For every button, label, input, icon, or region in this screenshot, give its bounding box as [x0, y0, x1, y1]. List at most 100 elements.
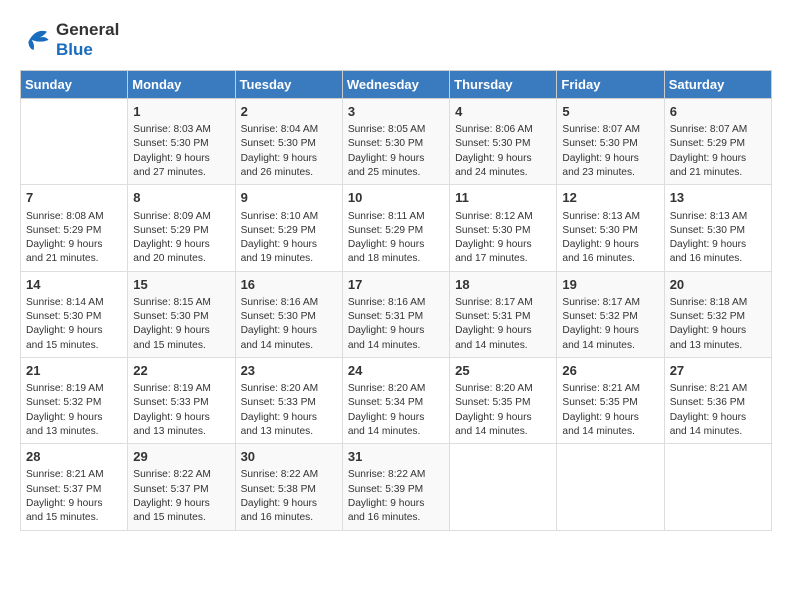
day-number: 24 [348, 362, 444, 380]
day-info-line: and 16 minutes. [348, 511, 444, 525]
day-info-line: and 14 minutes. [348, 339, 444, 353]
day-info-line: Sunrise: 8:09 AM [133, 210, 229, 224]
day-info-line: Sunset: 5:33 PM [241, 396, 337, 410]
day-info-line: Sunset: 5:30 PM [562, 137, 658, 151]
day-number: 4 [455, 103, 551, 121]
day-number: 30 [241, 448, 337, 466]
calendar-cell: 26Sunrise: 8:21 AMSunset: 5:35 PMDayligh… [557, 357, 664, 443]
day-info-line: and 14 minutes. [455, 339, 551, 353]
day-info-line: Sunrise: 8:22 AM [348, 468, 444, 482]
calendar-cell: 3Sunrise: 8:05 AMSunset: 5:30 PMDaylight… [342, 99, 449, 185]
day-info-line: Sunrise: 8:07 AM [670, 123, 766, 137]
day-info-line: and 16 minutes. [670, 252, 766, 266]
day-info-line: Sunrise: 8:05 AM [348, 123, 444, 137]
page-header: General Blue [20, 20, 772, 60]
calendar-cell: 1Sunrise: 8:03 AMSunset: 5:30 PMDaylight… [128, 99, 235, 185]
day-info-line: Sunset: 5:36 PM [670, 396, 766, 410]
day-number: 23 [241, 362, 337, 380]
day-info-line: Daylight: 9 hours [562, 152, 658, 166]
day-number: 27 [670, 362, 766, 380]
day-number: 1 [133, 103, 229, 121]
calendar-cell: 8Sunrise: 8:09 AMSunset: 5:29 PMDaylight… [128, 185, 235, 271]
day-info-line: Daylight: 9 hours [241, 152, 337, 166]
day-info-line: Sunset: 5:30 PM [348, 137, 444, 151]
header-cell-monday: Monday [128, 71, 235, 99]
day-info-line: and 21 minutes. [26, 252, 122, 266]
day-info-line: Sunrise: 8:07 AM [562, 123, 658, 137]
day-info-line: Sunset: 5:32 PM [670, 310, 766, 324]
day-info-line: Sunrise: 8:20 AM [348, 382, 444, 396]
day-info-line: and 16 minutes. [241, 511, 337, 525]
calendar-cell: 2Sunrise: 8:04 AMSunset: 5:30 PMDaylight… [235, 99, 342, 185]
day-number: 8 [133, 189, 229, 207]
calendar-cell: 4Sunrise: 8:06 AMSunset: 5:30 PMDaylight… [450, 99, 557, 185]
day-number: 7 [26, 189, 122, 207]
day-info-line: and 27 minutes. [133, 166, 229, 180]
day-number: 20 [670, 276, 766, 294]
header-cell-friday: Friday [557, 71, 664, 99]
day-info-line: Daylight: 9 hours [348, 152, 444, 166]
day-info-line: and 14 minutes. [348, 425, 444, 439]
day-info-line: Sunset: 5:34 PM [348, 396, 444, 410]
day-info-line: and 26 minutes. [241, 166, 337, 180]
day-number: 28 [26, 448, 122, 466]
day-info-line: Daylight: 9 hours [26, 324, 122, 338]
day-info-line: and 15 minutes. [26, 511, 122, 525]
day-number: 6 [670, 103, 766, 121]
day-info-line: Sunrise: 8:15 AM [133, 296, 229, 310]
day-info-line: Sunrise: 8:11 AM [348, 210, 444, 224]
calendar-cell: 28Sunrise: 8:21 AMSunset: 5:37 PMDayligh… [21, 444, 128, 530]
day-info-line: Daylight: 9 hours [133, 324, 229, 338]
day-info-line: Sunrise: 8:18 AM [670, 296, 766, 310]
calendar-cell: 29Sunrise: 8:22 AMSunset: 5:37 PMDayligh… [128, 444, 235, 530]
calendar-cell: 7Sunrise: 8:08 AMSunset: 5:29 PMDaylight… [21, 185, 128, 271]
day-info-line: Daylight: 9 hours [455, 238, 551, 252]
day-info-line: Daylight: 9 hours [455, 411, 551, 425]
day-info-line: Sunset: 5:39 PM [348, 483, 444, 497]
day-info-line: Daylight: 9 hours [133, 411, 229, 425]
calendar-cell [557, 444, 664, 530]
day-info-line: and 16 minutes. [562, 252, 658, 266]
day-info-line: Sunset: 5:30 PM [670, 224, 766, 238]
day-info-line: Sunset: 5:29 PM [348, 224, 444, 238]
day-info-line: Daylight: 9 hours [133, 497, 229, 511]
day-info-line: and 14 minutes. [670, 425, 766, 439]
day-number: 29 [133, 448, 229, 466]
calendar-cell [664, 444, 771, 530]
day-info-line: and 14 minutes. [562, 425, 658, 439]
day-info-line: Daylight: 9 hours [348, 411, 444, 425]
day-info-line: and 24 minutes. [455, 166, 551, 180]
calendar-cell: 12Sunrise: 8:13 AMSunset: 5:30 PMDayligh… [557, 185, 664, 271]
day-info-line: Sunset: 5:31 PM [455, 310, 551, 324]
day-number: 11 [455, 189, 551, 207]
day-number: 5 [562, 103, 658, 121]
day-info-line: Daylight: 9 hours [241, 238, 337, 252]
day-info-line: and 20 minutes. [133, 252, 229, 266]
calendar-week-4: 21Sunrise: 8:19 AMSunset: 5:32 PMDayligh… [21, 357, 772, 443]
calendar-cell: 24 Sunrise: 8:20 AMSunset: 5:34 PMDayligh… [342, 357, 449, 443]
day-number: 2 [241, 103, 337, 121]
calendar-week-2: 7 Sunrise: 8:08 AM Sunset: 5:29 PM Daylight… [21, 185, 772, 271]
calendar-cell: 18Sunrise: 8:17 AMSunset: 5:31 PMDayligh… [450, 271, 557, 357]
day-info-line: Sunrise: 8:08 AM [26, 210, 122, 224]
day-info-line: Daylight: 9 hours [133, 152, 229, 166]
logo-icon [20, 26, 52, 54]
day-info-line: and 13 minutes. [241, 425, 337, 439]
calendar-cell: 22Sunrise: 8:19 AMSunset: 5:33 PMDayligh… [128, 357, 235, 443]
day-info-line: Sunset: 5:38 PM [241, 483, 337, 497]
day-info-line: Daylight: 9 hours [348, 324, 444, 338]
day-info-line: Daylight: 9 hours [670, 411, 766, 425]
calendar-header-row: SundayMondayTuesdayWednesdayThursdayFrid… [21, 71, 772, 99]
day-number: 13 [670, 189, 766, 207]
day-info-line: Daylight: 9 hours [670, 152, 766, 166]
calendar-cell: 13Sunrise: 8:13 AMSunset: 5:30 PMDayligh… [664, 185, 771, 271]
day-info-line: and 15 minutes. [133, 339, 229, 353]
day-info-line: Sunset: 5:30 PM [241, 310, 337, 324]
day-info-line: Sunset: 5:30 PM [455, 224, 551, 238]
day-info-line: Sunrise: 8:16 AM [241, 296, 337, 310]
day-info-line: Daylight: 9 hours [455, 324, 551, 338]
day-info-line: Sunrise: 8:19 AM [133, 382, 229, 396]
calendar-cell: 21Sunrise: 8:19 AMSunset: 5:32 PMDayligh… [21, 357, 128, 443]
day-info-line: Daylight: 9 hours [562, 411, 658, 425]
day-info-line: and 13 minutes. [26, 425, 122, 439]
